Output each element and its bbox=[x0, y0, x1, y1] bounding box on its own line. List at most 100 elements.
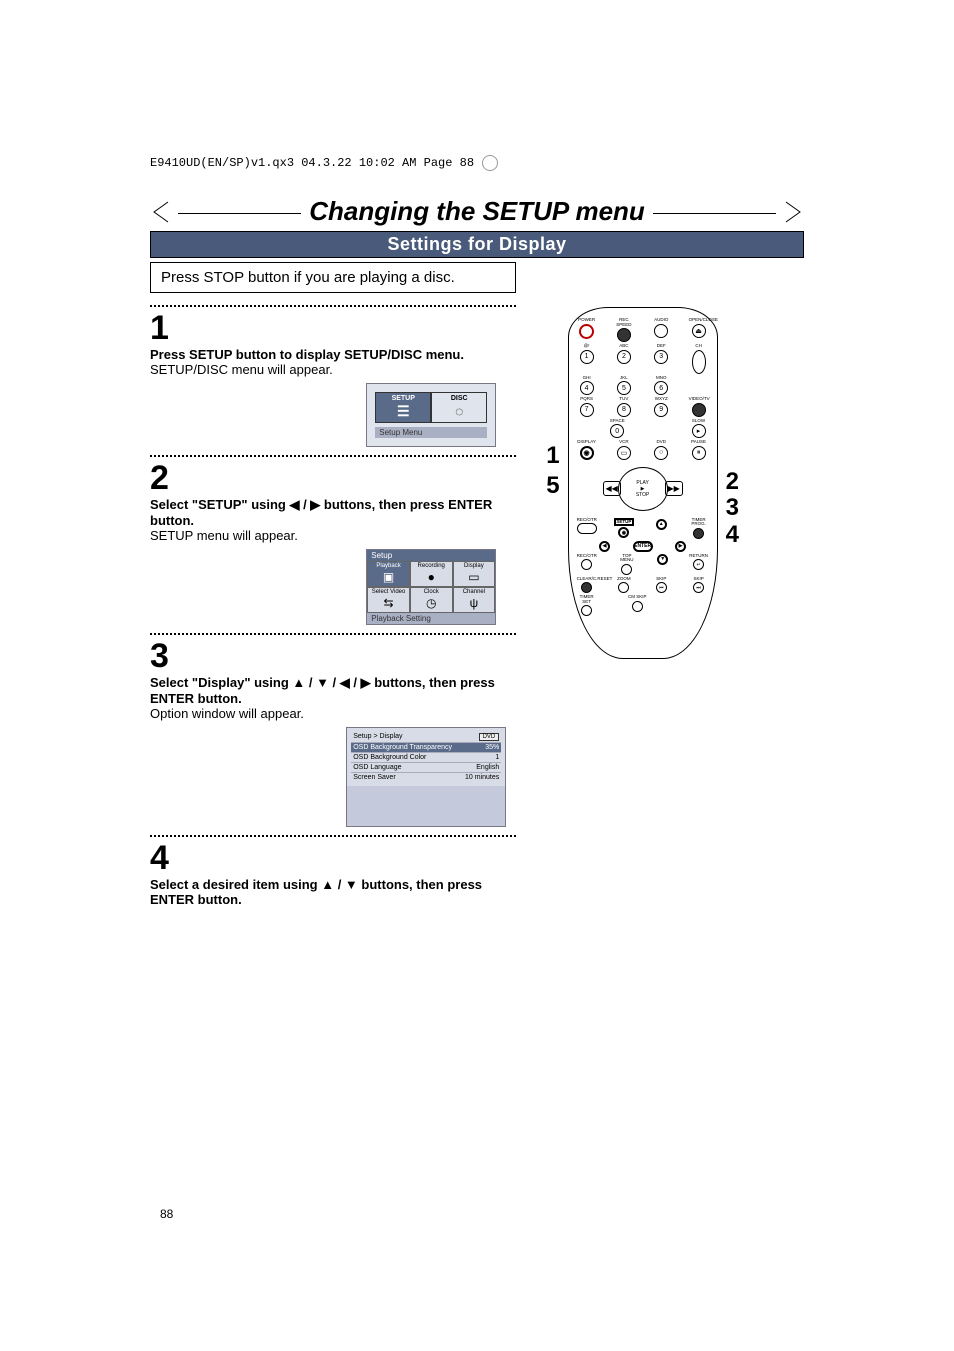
setup-screen-title: Setup bbox=[367, 550, 495, 561]
lbl-skip-back: SKIP bbox=[651, 577, 671, 582]
lbl-menulist: REC/OTR bbox=[577, 554, 597, 559]
page-title: Changing the SETUP menu bbox=[309, 196, 645, 227]
btn-dvd[interactable]: ○ bbox=[654, 446, 668, 460]
btn-1[interactable]: 1 bbox=[580, 350, 594, 364]
btn-down[interactable]: ▼ bbox=[657, 554, 668, 565]
btn-8[interactable]: 8 bbox=[617, 403, 631, 417]
btn-pause[interactable]: ⏸ bbox=[692, 446, 706, 460]
btn-3[interactable]: 3 bbox=[654, 350, 668, 364]
btn-clear[interactable] bbox=[581, 582, 592, 593]
btn-5[interactable]: 5 bbox=[617, 381, 631, 395]
opt-bgcolor: OSD Background Color1 bbox=[351, 752, 501, 762]
lbl-openclose: OPEN/CLOSE bbox=[689, 318, 709, 323]
print-header-text: E9410UD(EN/SP)v1.qx3 04.3.22 10:02 AM Pa… bbox=[150, 156, 474, 170]
btn-4[interactable]: 4 bbox=[580, 381, 594, 395]
btn-play-stop[interactable]: PLAY ▶ STOP bbox=[618, 467, 668, 511]
remote-column: 1 5 POWER REC SPEED AUDIO OPEN/CLOSE⏏ @!… bbox=[546, 307, 804, 915]
btn-0[interactable]: 0 bbox=[610, 424, 624, 438]
btn-menulist[interactable] bbox=[581, 559, 592, 570]
opt-language: OSD LanguageEnglish bbox=[351, 762, 501, 772]
opt-screensaver-value: 10 minutes bbox=[465, 774, 499, 781]
btn-display[interactable]: ◉ bbox=[580, 446, 594, 460]
title-line-right bbox=[653, 213, 776, 214]
openclose-button[interactable]: ⏏ bbox=[692, 324, 706, 338]
btn-slow[interactable]: ▸ bbox=[692, 424, 706, 438]
tile-display-label: Display bbox=[464, 563, 484, 569]
callout-1: 1 bbox=[546, 442, 559, 470]
dpad: ◀◀ PLAY ▶ STOP ▶▶ bbox=[603, 464, 683, 514]
crosshair-icon bbox=[482, 155, 498, 171]
tile-clock-label: Clock bbox=[424, 589, 439, 595]
tile-channel-label: Channel bbox=[463, 589, 485, 595]
audio-button[interactable] bbox=[654, 324, 668, 338]
tile-playback: Playback▣ bbox=[367, 561, 410, 587]
btn-topmenu[interactable] bbox=[621, 564, 632, 575]
subtitle-bar: Settings for Display bbox=[150, 231, 804, 258]
btn-recotr[interactable] bbox=[577, 523, 597, 534]
lbl-power: POWER bbox=[577, 318, 597, 323]
btn-left[interactable]: ◀ bbox=[599, 541, 610, 552]
lbl-timerprog: TIMER PROG. bbox=[689, 518, 709, 527]
remote-left-callouts: 1 5 bbox=[546, 442, 559, 500]
btn-enter[interactable]: ENTER bbox=[633, 541, 653, 552]
setup-screen: Setup Playback▣ Recording● Display▭ Sele… bbox=[366, 549, 496, 625]
tile-select-video-label: Select Video bbox=[372, 589, 406, 595]
btn-return[interactable]: ↵ bbox=[693, 559, 704, 570]
lbl-recotr: REC/OTR bbox=[577, 518, 597, 523]
recspeed-button[interactable] bbox=[617, 328, 631, 342]
stop-label: STOP bbox=[636, 492, 650, 498]
step-2: 2 Select "SETUP" using ◀ / ▶ buttons, th… bbox=[150, 455, 516, 625]
remote-body: POWER REC SPEED AUDIO OPEN/CLOSE⏏ @!1 AB… bbox=[568, 307, 718, 659]
lbl-audio: AUDIO bbox=[651, 318, 671, 323]
btn-skip-back[interactable]: ⏮ bbox=[656, 582, 667, 593]
btn-cmskip[interactable] bbox=[632, 601, 643, 612]
btn-skip-fwd[interactable]: ⏭ bbox=[693, 582, 704, 593]
lbl-dvd: DVD bbox=[651, 440, 671, 445]
btn-timerset[interactable] bbox=[581, 605, 592, 616]
btn-2[interactable]: 2 bbox=[617, 350, 631, 364]
lbl-slow: SLOW bbox=[689, 419, 709, 424]
lbl-4: GHI bbox=[577, 376, 597, 381]
steps-column: 1 Press SETUP button to display SETUP/DI… bbox=[150, 301, 516, 915]
display-screen-title: Setup > Display bbox=[353, 733, 402, 741]
bracket-left-icon bbox=[150, 200, 170, 224]
lbl-zoom: ZOOM bbox=[614, 577, 634, 582]
opt-transparency-value: 35% bbox=[485, 744, 499, 751]
btn-ch[interactable] bbox=[692, 350, 706, 374]
btn-9[interactable]: 9 bbox=[654, 403, 668, 417]
tile-playback-label: Playback bbox=[376, 563, 400, 569]
disc-tab: DISC ◌ bbox=[431, 392, 487, 423]
btn-setup[interactable]: ◉ bbox=[618, 527, 629, 538]
step-2-heading: Select "SETUP" using ◀ / ▶ buttons, then… bbox=[150, 497, 516, 528]
tile-display: Display▭ bbox=[453, 561, 496, 587]
btn-7[interactable]: 7 bbox=[580, 403, 594, 417]
step-3-num: 3 bbox=[150, 639, 516, 673]
btn-up[interactable]: ▲ bbox=[656, 519, 667, 530]
display-screen: Setup > Display DVD OSD Background Trans… bbox=[346, 727, 506, 827]
power-button[interactable] bbox=[579, 324, 594, 339]
note-box: Press STOP button if you are playing a d… bbox=[150, 262, 516, 293]
lbl-8: TUV bbox=[614, 397, 634, 402]
btn-videotv[interactable] bbox=[692, 403, 706, 417]
setup-screen-caption: Playback Setting bbox=[367, 613, 495, 624]
step-4-num: 4 bbox=[150, 841, 516, 875]
btn-vcr[interactable]: ▭ bbox=[617, 446, 631, 460]
lbl-9: WXYZ bbox=[651, 397, 671, 402]
callout-2: 2 bbox=[726, 469, 739, 495]
lbl-cmskip: CM SKIP bbox=[627, 595, 647, 600]
btn-right[interactable]: ▶ bbox=[675, 541, 686, 552]
btn-6[interactable]: 6 bbox=[654, 381, 668, 395]
btn-zoom[interactable] bbox=[618, 582, 629, 593]
remote-right-callouts: 2 3 4 bbox=[726, 469, 739, 548]
lbl-recspeed: REC SPEED bbox=[614, 318, 634, 327]
step-2-num: 2 bbox=[150, 461, 516, 495]
setup-tab-label: SETUP bbox=[378, 395, 428, 402]
lbl-ch: CH bbox=[689, 344, 709, 349]
lbl-3: DEF bbox=[651, 344, 671, 349]
lbl-vcr: VCR bbox=[614, 440, 634, 445]
step-4-heading: Select a desired item using ▲ / ▼ button… bbox=[150, 877, 516, 907]
step-3-body: Option window will appear. bbox=[150, 706, 516, 721]
step-4: 4 Select a desired item using ▲ / ▼ butt… bbox=[150, 835, 516, 907]
btn-timerprog[interactable] bbox=[693, 528, 704, 539]
opt-language-value: English bbox=[476, 764, 499, 771]
